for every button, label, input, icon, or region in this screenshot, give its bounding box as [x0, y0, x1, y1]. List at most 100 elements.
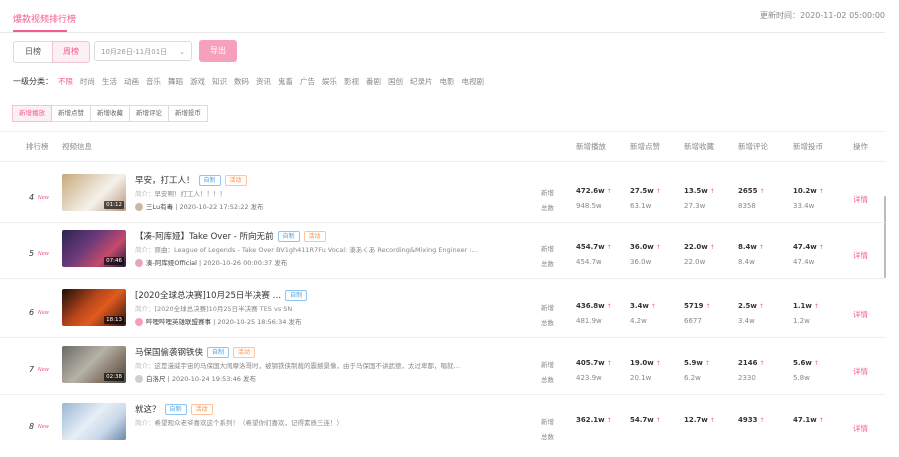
category-list: 不限 时尚 生活 动画 音乐 舞蹈 游戏 知识 数码 资讯 鬼畜 广告 娱乐 影视 番剧 国创 纪录片 电影 电视剧: [58, 76, 491, 87]
header-video: 视频信息: [62, 142, 92, 151]
duration: 07:46: [104, 257, 124, 265]
category-6[interactable]: 游戏: [190, 77, 205, 86]
arrow-up-icon: ↑: [705, 303, 711, 310]
video-title[interactable]: 就这？: [135, 405, 161, 415]
sort-tab-4[interactable]: 新增投币: [168, 105, 208, 122]
publish-label: 发布: [242, 375, 256, 383]
category-17[interactable]: 电影: [440, 77, 455, 86]
publish-label: 发布: [274, 259, 288, 267]
description-text: 希望观众老爷喜欢这个系列！（希望你们喜欢，记得素质三连！）: [154, 419, 344, 427]
category-5[interactable]: 舞蹈: [168, 77, 183, 86]
new-comment-value: 8.4w: [738, 243, 757, 251]
new-comment-value: 4933: [738, 416, 758, 424]
sort-tab-0[interactable]: 新增播放: [12, 105, 52, 122]
date-range-select[interactable]: 10月26日-11月01日 ⌄: [94, 41, 192, 61]
new-fav: 22.0w ↑: [684, 243, 715, 251]
new-play-value: 362.1w: [576, 416, 605, 424]
author-name[interactable]: 白洛尺: [146, 375, 166, 383]
sort-tabs: 新增播放 新增点赞 新增收藏 新增评论 新增投币: [12, 105, 208, 122]
category-15[interactable]: 国创: [388, 77, 403, 86]
video-title[interactable]: 【凑-阿库娅】Take Over - 所向无前: [135, 232, 274, 242]
video-thumbnail[interactable]: 02:38: [62, 346, 126, 383]
author-name[interactable]: 湊-阿库娅Official: [146, 259, 197, 267]
category-9[interactable]: 资讯: [256, 77, 271, 86]
total-coin: 47.4w: [793, 258, 815, 266]
tag-badge: 自制: [207, 347, 230, 358]
category-8[interactable]: 数码: [234, 77, 249, 86]
author-name[interactable]: 三Lu有毒: [146, 203, 173, 211]
avatar[interactable]: [135, 203, 143, 211]
category-2[interactable]: 生活: [102, 77, 117, 86]
new-label: 新增: [541, 245, 554, 253]
new-label: 新增: [541, 189, 554, 197]
detail-link[interactable]: 详情: [853, 194, 868, 205]
export-button[interactable]: 导出: [199, 40, 237, 62]
video-title-row: [2020全球总决赛]10月25日半决赛 … 自制: [135, 289, 308, 301]
category-12[interactable]: 娱乐: [322, 77, 337, 86]
category-4[interactable]: 音乐: [146, 77, 161, 86]
sort-tab-2[interactable]: 新增收藏: [90, 105, 130, 122]
category-1[interactable]: 时尚: [80, 77, 95, 86]
new-coin-value: 1.1w: [793, 302, 812, 310]
sort-tab-1[interactable]: 新增点赞: [51, 105, 91, 122]
avatar[interactable]: [135, 318, 143, 326]
total-like: 4.2w: [630, 317, 647, 325]
sort-tab-3[interactable]: 新增评论: [129, 105, 169, 122]
arrow-up-icon: ↑: [606, 360, 612, 367]
video-title[interactable]: 早安，打工人！: [135, 176, 195, 186]
date-range-value: 10月26日-11月01日: [101, 48, 168, 56]
category-3[interactable]: 动画: [124, 77, 139, 86]
tag-badge: 自制: [277, 231, 300, 242]
category-16[interactable]: 纪录片: [410, 77, 433, 86]
video-thumbnail[interactable]: 18:13: [62, 289, 126, 326]
divider: [0, 131, 885, 132]
weekly-button[interactable]: 周榜: [52, 41, 90, 63]
arrow-up-icon: ↑: [655, 188, 661, 195]
tag-badge: 自制: [164, 404, 187, 415]
total-play: 454.7w: [576, 258, 602, 266]
detail-link[interactable]: 详情: [853, 423, 868, 434]
avatar[interactable]: [135, 259, 143, 267]
tag-badge: 自制: [198, 175, 221, 186]
video-title[interactable]: 马保国偷袭钢铁侠: [135, 348, 203, 358]
description-text: 早安啊！打工人！！！！: [154, 190, 227, 198]
total-coin: 33.4w: [793, 202, 815, 210]
video-title[interactable]: [2020全球总决赛]10月25日半决赛 …: [135, 291, 281, 301]
new-play-value: 436.8w: [576, 302, 605, 310]
arrow-up-icon: ↑: [704, 360, 710, 367]
detail-link[interactable]: 详情: [853, 366, 868, 377]
table-row: 6 New 18:13 [2020全球总决赛]10月25日半决赛 … 自制 简介：[202…: [0, 287, 885, 343]
daily-button[interactable]: 日榜: [13, 41, 53, 63]
publish-date: 2020-10-25 18:56:34: [217, 318, 287, 326]
video-thumbnail[interactable]: 01:12: [62, 174, 126, 211]
total-label: 总数: [541, 260, 554, 268]
tab-ranking[interactable]: 爆款视频排行榜: [13, 12, 76, 25]
category-18[interactable]: 电视剧: [462, 77, 485, 86]
category-label: 一级分类：: [13, 77, 53, 86]
arrow-up-icon: ↑: [606, 244, 612, 251]
header-play: 新增播放: [576, 142, 606, 151]
video-thumbnail[interactable]: [62, 403, 126, 440]
publish-date: 2020-10-22 17:52:22: [179, 203, 249, 211]
arrow-up-icon: ↑: [655, 244, 661, 251]
total-play: 481.9w: [576, 317, 602, 325]
category-0[interactable]: 不限: [58, 77, 73, 86]
divider: [0, 278, 885, 279]
arrow-up-icon: ↑: [759, 188, 765, 195]
detail-link[interactable]: 详情: [853, 309, 868, 320]
author-name[interactable]: 哔哩哔哩英雄联盟赛事: [146, 318, 211, 326]
category-11[interactable]: 广告: [300, 77, 315, 86]
new-fav-value: 5719: [684, 302, 704, 310]
video-thumbnail[interactable]: 07:46: [62, 230, 126, 267]
category-10[interactable]: 鬼畜: [278, 77, 293, 86]
new-like: 54.7w ↑: [630, 416, 661, 424]
avatar[interactable]: [135, 375, 143, 383]
table-row: 5 New 07:46 【凑-阿库娅】Take Over - 所向无前 自制 活动 简介：原…: [0, 228, 885, 284]
category-7[interactable]: 知识: [212, 77, 227, 86]
new-like: 36.0w ↑: [630, 243, 661, 251]
tag-badge: 活动: [190, 404, 213, 415]
category-13[interactable]: 影视: [344, 77, 359, 86]
category-14[interactable]: 番剧: [366, 77, 381, 86]
detail-link[interactable]: 详情: [853, 250, 868, 261]
header-comment: 新增评论: [738, 142, 768, 151]
